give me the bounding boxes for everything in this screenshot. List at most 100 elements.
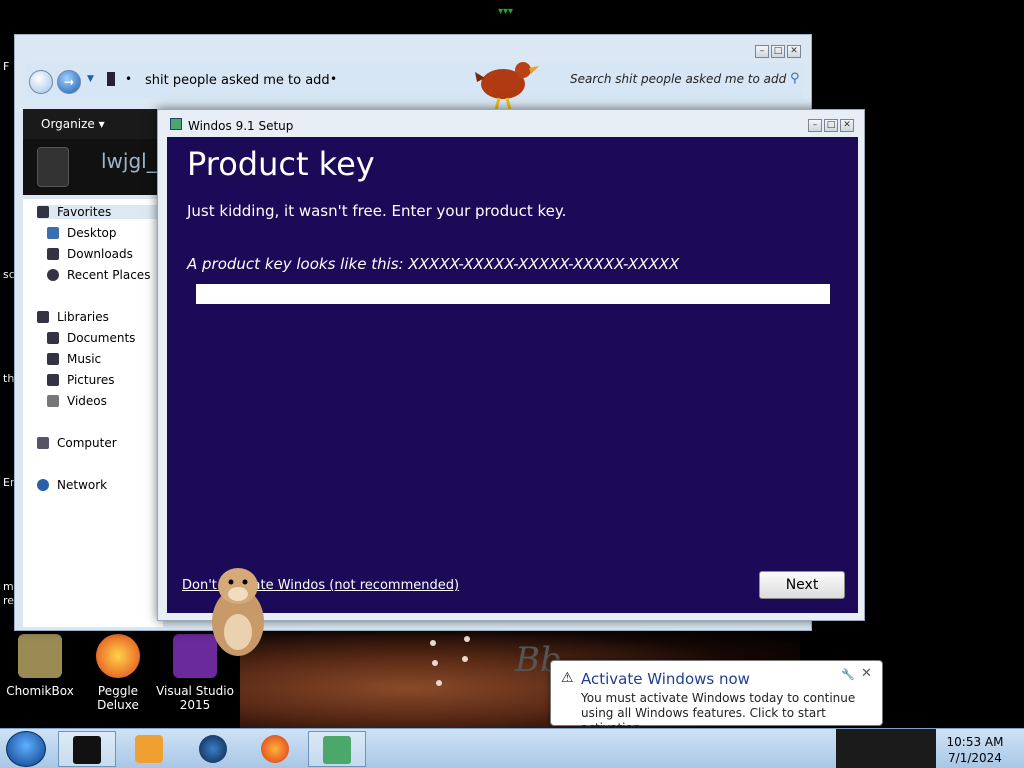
wallpaper-pearl [432,660,438,666]
start-button[interactable] [6,731,46,767]
media-player-icon [135,735,163,763]
search-icon[interactable]: ⚲ [790,71,800,86]
command-bar: Organize ▾ [23,109,163,139]
wallpaper-pearl [464,636,470,642]
notification-title: Activate Windows now [581,670,750,688]
page-title: Product key [187,145,375,183]
desktop-icon-peggle[interactable]: Peggle Deluxe [78,634,158,712]
top-indicator-icon: ▾▾▾ [498,6,514,17]
desktop-icon [47,227,59,239]
desktop-icon-label: Peggle Deluxe [97,684,139,712]
activation-notification[interactable]: ⚠ Activate Windows now 🔧 ✕ You must acti… [550,660,883,735]
organize-button[interactable]: Organize ▾ [41,117,105,131]
minimize-button[interactable]: – [755,45,769,58]
close-button[interactable]: ✕ [787,45,801,58]
address-path[interactable]: shit people asked me to add [145,73,330,88]
nav-item-libraries[interactable]: Libraries [37,310,109,324]
setup-caption-buttons: – □ ✕ [808,119,854,132]
clock-time: 10:53 AM [946,735,1004,749]
wallpaper-pearl [436,680,442,686]
nav-item-computer[interactable]: Computer [37,436,117,450]
path-separator-icon[interactable]: • [330,72,337,86]
edge-fragment: th [3,372,15,385]
taskbar-item-firefox[interactable] [246,731,304,767]
page-subtitle: Just kidding, it wasn't free. Enter your… [187,202,567,220]
libraries-icon [37,311,49,323]
close-button[interactable]: ✕ [840,119,854,132]
setup-content: Product key Just kidding, it wasn't free… [167,137,858,613]
taskbar: 10:53 AM 7/1/2024 [0,728,1024,768]
minimize-button[interactable]: – [808,119,822,132]
taskbar-item-globe[interactable] [184,731,242,767]
desktop-icon-chomikbox[interactable]: ChomikBox [0,634,80,698]
folder-thumbnail [37,147,69,187]
hamster-sprite [212,568,264,656]
firefox-icon [261,735,289,763]
next-button[interactable]: Next [759,571,845,599]
warning-icon: ⚠ [561,670,574,686]
product-key-input[interactable] [196,284,830,304]
taskbar-item-explorer[interactable] [58,731,116,767]
folder-path-icon [107,72,115,86]
edge-fragment: sc [3,268,15,281]
back-button[interactable] [29,70,53,94]
product-key-example: A product key looks like this: XXXXX-XXX… [187,255,680,273]
nav-label: Downloads [67,247,133,261]
star-icon [37,206,49,218]
notification-close-button[interactable]: ✕ [861,666,872,681]
edge-fragment: F [3,60,10,73]
explorer-caption-buttons: – □ ✕ [755,45,801,58]
nav-item-downloads[interactable]: Downloads [47,247,133,261]
setup-app-icon [170,118,182,130]
network-icon [37,479,49,491]
edge-fragment: re [3,594,15,607]
nav-label: Libraries [57,310,109,324]
nav-label: Documents [67,331,136,345]
taskbar-item-setup[interactable] [308,731,366,767]
computer-icon [37,437,49,449]
wallpaper-pearl [462,656,468,662]
navigation-pane: Favorites Desktop Downloads Recent Place… [23,199,163,627]
taskbar-item-media-player[interactable] [120,731,178,767]
peggle-icon [96,634,140,678]
setup-icon [323,736,351,764]
clock[interactable]: 10:53 AM 7/1/2024 [940,734,1010,766]
nav-label: Music [67,352,102,366]
downloads-icon [47,248,59,260]
forward-button[interactable]: → [57,70,81,94]
nav-item-pictures[interactable]: Pictures [47,373,115,387]
nav-label: Videos [67,394,107,408]
nav-item-favorites[interactable]: Favorites [37,205,163,219]
clock-date: 7/1/2024 [948,751,1002,765]
nav-label: Network [57,478,108,492]
chomikbox-icon [18,634,62,678]
explorer-icon [73,736,101,764]
desktop-icon-label: ChomikBox [6,684,74,698]
system-tray[interactable] [836,729,936,768]
setup-window-title: Windos 9.1 Setup [188,119,294,133]
maximize-button[interactable]: □ [771,45,785,58]
documents-icon [47,332,59,344]
search-input[interactable]: Search shit people asked me to add [570,72,786,86]
pictures-icon [47,374,59,386]
nav-item-documents[interactable]: Documents [47,331,135,345]
globe-icon [199,735,227,763]
history-dropdown-icon[interactable]: ▼ [87,74,94,84]
nav-item-desktop[interactable]: Desktop [47,226,117,240]
nav-item-music[interactable]: Music [47,352,101,366]
recent-places-icon [47,269,59,281]
nav-label: Pictures [67,373,115,387]
nav-item-recent-places[interactable]: Recent Places [47,268,150,282]
nav-label: Computer [57,436,117,450]
music-icon [47,353,59,365]
address-bar: → ▼ • shit people asked me to add • Sear… [25,63,803,99]
edge-fragment: Er [3,476,15,489]
nav-item-network[interactable]: Network [37,478,107,492]
setup-window: Windos 9.1 Setup – □ ✕ Product key Just … [157,109,865,621]
path-separator-icon: • [125,72,133,86]
maximize-button[interactable]: □ [824,119,838,132]
edge-fragment: m [3,580,14,593]
nav-item-videos[interactable]: Videos [47,394,107,408]
desktop-icon-label: Visual Studio 2015 [156,684,234,712]
wrench-icon[interactable]: 🔧 [841,668,855,681]
